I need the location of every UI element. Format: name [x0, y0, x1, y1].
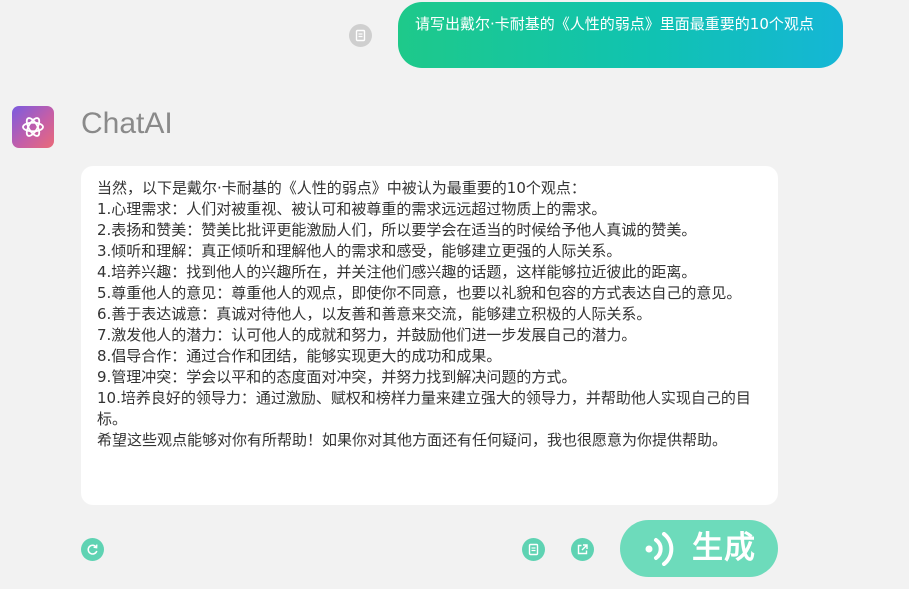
reply-line: 1.心理需求：人们对被重视、被认可和被尊重的需求远远超过物质上的需求。: [97, 200, 607, 218]
chat-screen: 请写出戴尔·卡耐基的《人性的弱点》里面最重要的10个观点 ChatAI 当然，以…: [0, 0, 909, 589]
reply-line: 希望这些观点能够对你有所帮助！如果你对其他方面还有任何疑问，我也很愿意为你提供帮…: [97, 431, 728, 449]
share-reply-button[interactable]: [571, 538, 594, 561]
reply-line: 5.尊重他人的意见：尊重他人的观点，即使你不同意，也要以礼貌和包容的方式表达自己…: [97, 284, 742, 302]
reply-line: 10.培养良好的领导力：通过激励、赋权和榜样力量来建立强大的领导力，并帮助他人实…: [97, 389, 751, 428]
reply-line: 7.激发他人的潜力：认可他人的成就和努力，并鼓励他们进一步发展自己的潜力。: [97, 326, 637, 344]
assistant-avatar: [12, 106, 54, 148]
generate-button-label: 生成: [692, 530, 756, 566]
share-icon: [577, 544, 588, 555]
generate-button[interactable]: 生成: [620, 520, 778, 577]
reply-line: 当然，以下是戴尔·卡耐基的《人性的弱点》中被认为最重要的10个观点：: [97, 179, 586, 197]
assistant-reply-card: 当然，以下是戴尔·卡耐基的《人性的弱点》中被认为最重要的10个观点： 1.心理需…: [81, 166, 778, 505]
reply-line: 3.倾听和理解：真正倾听和理解他人的需求和感受，能够建立更强的人际关系。: [97, 242, 622, 260]
copy-icon: [528, 543, 539, 556]
reply-line: 9.管理冲突：学会以平和的态度面对冲突，并努力找到解决问题的方式。: [97, 368, 577, 386]
refresh-icon: [87, 544, 98, 555]
user-message-text: 请写出戴尔·卡耐基的《人性的弱点》里面最重要的10个观点: [415, 15, 814, 33]
reply-line: 2.表扬和赞美：赞美比批评更能激励人们，所以要学会在适当的时候给予他人真诚的赞美…: [97, 221, 697, 239]
copy-user-message-button[interactable]: [349, 24, 372, 47]
reply-line: 4.培养兴趣：找到他人的兴趣所在，并关注他们感兴趣的话题，这样能够拉近彼此的距离…: [97, 263, 697, 281]
regenerate-button[interactable]: [81, 538, 104, 561]
voice-icon: [645, 532, 674, 566]
openai-logo-icon: [22, 117, 44, 137]
reply-line: 8.倡导合作：通过合作和团结，能够实现更大的成功和成果。: [97, 347, 502, 365]
copy-icon: [355, 29, 366, 42]
user-message-bubble: 请写出戴尔·卡耐基的《人性的弱点》里面最重要的10个观点: [398, 2, 843, 68]
reply-line: 6.善于表达诚意：真诚对待他人，以友善和善意来交流，能够建立积极的人际关系。: [97, 305, 652, 323]
assistant-name: ChatAI: [81, 107, 173, 140]
user-message-row: 请写出戴尔·卡耐基的《人性的弱点》里面最重要的10个观点: [0, 0, 909, 72]
copy-reply-button[interactable]: [522, 538, 545, 561]
